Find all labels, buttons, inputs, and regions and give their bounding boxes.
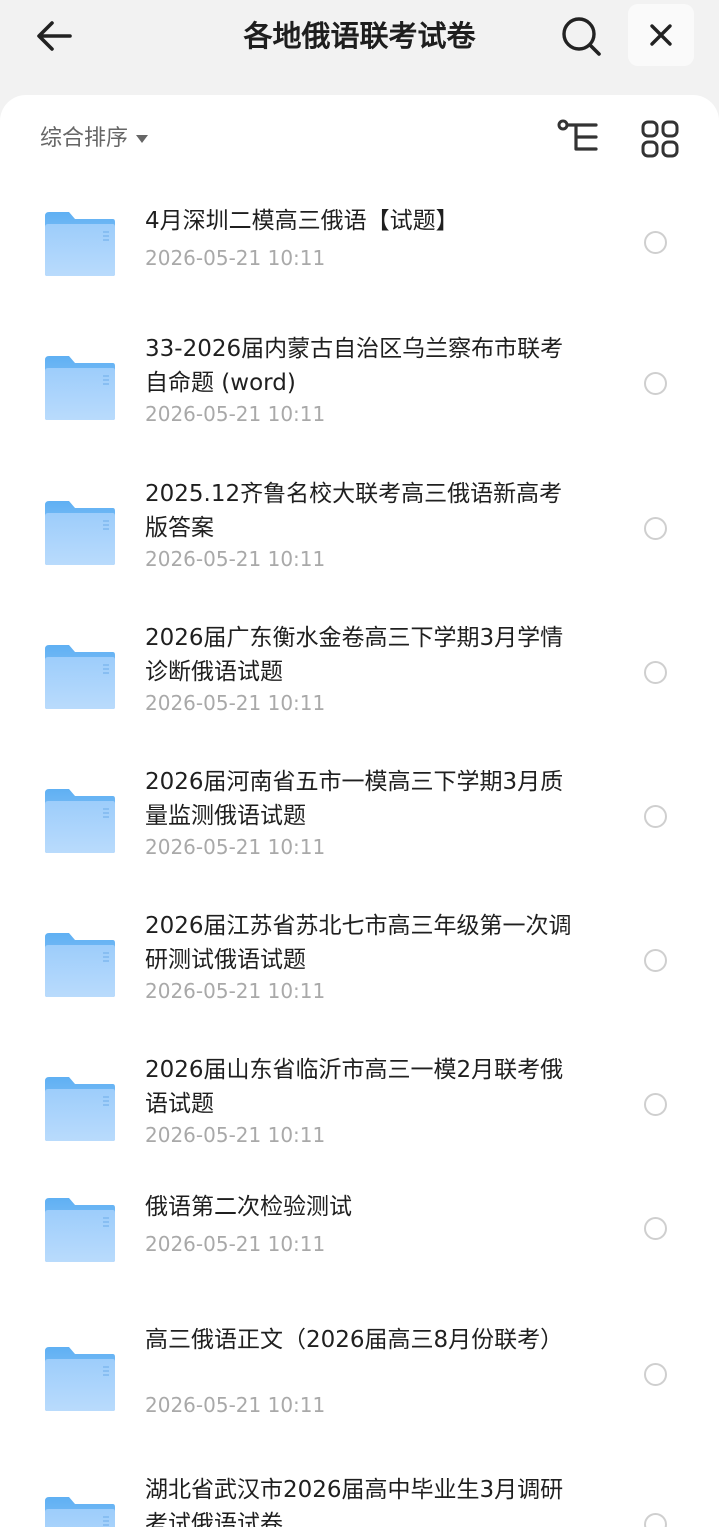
file-name: 2026届河南省五市一模高三下学期3月质量监测俄语试题 (145, 769, 564, 829)
select-radio[interactable] (644, 231, 667, 254)
folder-icon (45, 1198, 115, 1262)
list-item[interactable]: 2026届广东衡水金卷高三下学期3月学情诊断俄语试题 2026-05-21 10:… (0, 595, 719, 739)
select-radio[interactable] (644, 372, 667, 395)
select-radio[interactable] (644, 1217, 667, 1240)
search-icon (562, 17, 601, 56)
list-item[interactable]: 2026届江苏省苏北七市高三年级第一次调研测试俄语试题 2026-05-21 10… (0, 883, 719, 1027)
file-name: 2025.12齐鲁名校大联考高三俄语新高考版答案 (145, 481, 563, 541)
list-item[interactable]: 4月深圳二模高三俄语【试题】 2026-05-21 10:11 (0, 185, 719, 306)
select-radio[interactable] (644, 1363, 667, 1386)
folder-icon (45, 789, 115, 853)
close-icon (650, 24, 672, 46)
file-date: 2026-05-21 10:11 (145, 246, 326, 270)
folder-icon (45, 645, 115, 709)
file-date: 2026-05-21 10:11 (145, 1232, 326, 1256)
file-date: 2026-05-21 10:11 (145, 835, 326, 859)
list-item[interactable]: 33-2026届内蒙古自治区乌兰察布市联考自命题 (word) 2026-05-2… (0, 306, 719, 451)
file-name: 2026届江苏省苏北七市高三年级第一次调研测试俄语试题 (145, 913, 572, 973)
file-name: 2026届广东衡水金卷高三下学期3月学情诊断俄语试题 (145, 625, 564, 685)
tree-view-button[interactable] (556, 117, 602, 157)
select-radio[interactable] (644, 1513, 667, 1527)
close-button[interactable] (628, 4, 694, 66)
file-name: 湖北省武汉市2026届高中毕业生3月调研考试俄语试卷 (145, 1477, 564, 1527)
select-radio[interactable] (644, 949, 667, 972)
list-item[interactable]: 高三俄语正文（2026届高三8月份联考） 2026-05-21 10:11 (0, 1297, 719, 1447)
file-list: 4月深圳二模高三俄语【试题】 2026-05-21 10:11 33-2026届内蒙… (0, 185, 719, 1527)
file-date: 2026-05-21 10:11 (145, 691, 326, 715)
grid-view-button[interactable] (640, 119, 680, 159)
folder-icon (45, 356, 115, 420)
tree-view-icon (557, 119, 598, 151)
file-name: 高三俄语正文（2026届高三8月份联考） (145, 1327, 564, 1353)
folder-icon (45, 1077, 115, 1141)
file-date: 2026-05-21 10:11 (145, 402, 326, 426)
grid-view-icon (641, 120, 679, 158)
list-item[interactable]: 2026届山东省临沂市高三一模2月联考俄语试题 2026-05-21 10:11 (0, 1027, 719, 1171)
select-radio[interactable] (644, 805, 667, 828)
list-item[interactable]: 2026届河南省五市一模高三下学期3月质量监测俄语试题 2026-05-21 10… (0, 739, 719, 883)
list-item[interactable]: 2025.12齐鲁名校大联考高三俄语新高考版答案 2026-05-21 10:11 (0, 451, 719, 595)
file-name: 4月深圳二模高三俄语【试题】 (145, 208, 459, 234)
folder-icon (45, 1497, 115, 1527)
folder-icon (45, 212, 115, 276)
select-radio[interactable] (644, 661, 667, 684)
file-date: 2026-05-21 10:11 (145, 1123, 326, 1147)
folder-icon (45, 933, 115, 997)
sort-bar: 综合排序 (0, 95, 719, 185)
top-bar: 各地俄语联考试卷 (0, 0, 719, 95)
caret-down-icon (136, 135, 149, 143)
file-date: 2026-05-21 10:11 (145, 1393, 326, 1417)
select-radio[interactable] (644, 1093, 667, 1116)
list-item[interactable]: 湖北省武汉市2026届高中毕业生3月调研考试俄语试卷 (0, 1447, 719, 1527)
select-radio[interactable] (644, 517, 667, 540)
folder-icon (45, 501, 115, 565)
sort-dropdown[interactable]: 综合排序 (40, 122, 149, 156)
file-list-panel: 综合排序 4月深圳二模高三俄语【试题】 2026-05-21 10:11 33-20… (0, 95, 719, 1527)
sort-label: 综合排序 (40, 126, 129, 151)
list-item[interactable]: 俄语第二次检验测试 2026-05-21 10:11 (0, 1171, 719, 1297)
file-name: 2026届山东省临沂市高三一模2月联考俄语试题 (145, 1057, 564, 1117)
file-name: 俄语第二次检验测试 (145, 1194, 352, 1220)
file-date: 2026-05-21 10:11 (145, 979, 326, 1003)
folder-icon (45, 1347, 115, 1411)
file-name: 33-2026届内蒙古自治区乌兰察布市联考自命题 (word) (145, 336, 564, 396)
search-button[interactable] (556, 12, 606, 60)
page-title: 各地俄语联考试卷 (243, 19, 476, 53)
file-date: 2026-05-21 10:11 (145, 547, 326, 571)
